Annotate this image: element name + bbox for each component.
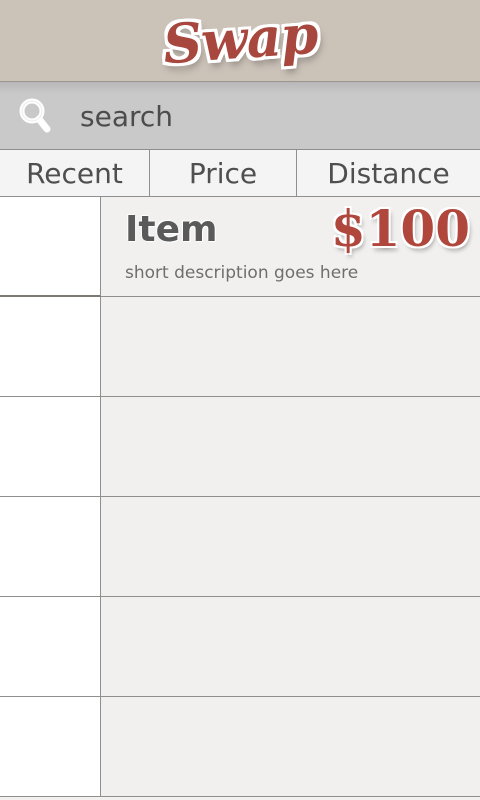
item-thumbnail[interactable] [0, 597, 101, 697]
app-header: Swap [0, 0, 480, 82]
item-description: short description goes here [125, 263, 359, 283]
item-details[interactable] [101, 397, 480, 497]
search-bar [0, 82, 480, 150]
app-logo: Swap [160, 1, 320, 76]
item-details[interactable]: Item $100 short description goes here [101, 197, 480, 297]
list-item[interactable] [0, 497, 480, 597]
item-details[interactable] [101, 297, 480, 397]
list-item[interactable] [0, 397, 480, 497]
item-thumbnail[interactable] [0, 197, 101, 297]
item-title: Item [125, 209, 218, 250]
sort-tabs: Recent Price Distance [0, 150, 480, 197]
tab-distance[interactable]: Distance [297, 150, 480, 196]
item-thumbnail[interactable] [0, 297, 101, 397]
item-details[interactable] [101, 697, 480, 797]
list-item[interactable] [0, 597, 480, 697]
item-list: Item $100 short description goes here [0, 197, 480, 800]
tab-price[interactable]: Price [150, 150, 297, 196]
search-input[interactable] [80, 96, 460, 136]
item-price: $100 [330, 199, 470, 258]
list-item[interactable]: Item $100 short description goes here [0, 197, 480, 297]
search-icon[interactable] [18, 97, 52, 135]
item-details[interactable] [101, 597, 480, 697]
list-item[interactable] [0, 697, 480, 797]
list-item[interactable] [0, 297, 480, 397]
tab-recent[interactable]: Recent [0, 150, 150, 196]
item-thumbnail[interactable] [0, 397, 101, 497]
item-details[interactable] [101, 497, 480, 597]
item-thumbnail[interactable] [0, 697, 101, 797]
item-thumbnail[interactable] [0, 497, 101, 597]
